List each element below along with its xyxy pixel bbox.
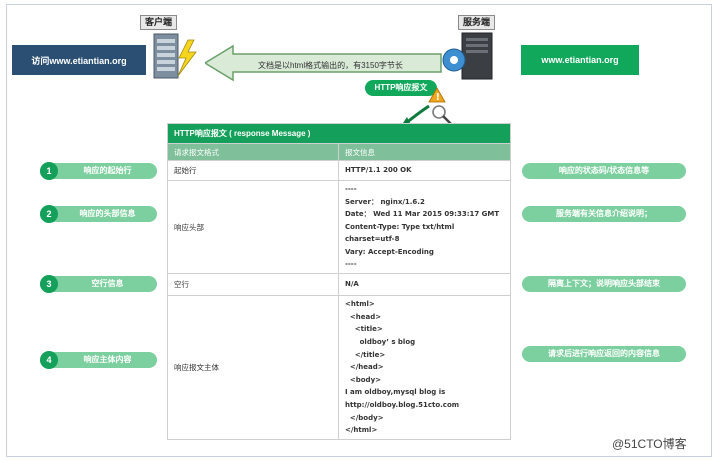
code-line: Server： nginx/1.6.2 [345, 197, 425, 206]
code-line: ---- [345, 184, 357, 193]
table-title: HTTP响应报文 ( response Message ) [167, 123, 511, 144]
code-line: N/A [345, 280, 359, 289]
code-line: </title> [345, 350, 386, 359]
table-row-blank-line: 空行 N/A [167, 273, 511, 296]
server-label: 服务端 [458, 15, 496, 30]
code-line: </html> [345, 426, 378, 435]
code-line: HTTP/1.1 200 OK [345, 166, 412, 175]
code-line: </body> [345, 413, 384, 422]
code-line: Content-Type: Type txt/html [345, 222, 455, 231]
code-line: ---- [345, 260, 357, 269]
svg-text:!: ! [436, 92, 441, 103]
code-line: </head> [345, 363, 384, 372]
left-item-body: 4 响应主体内容 [40, 351, 157, 369]
column-header-format: 请求报文格式 [167, 143, 339, 161]
column-header-info: 报文信息 [338, 143, 511, 161]
server-url-box: www.etiantian.org [521, 45, 639, 75]
row-label: 响应报文主体 [167, 295, 339, 440]
row-label: 空行 [167, 273, 339, 296]
code-line: charset=utf-8 [345, 235, 400, 244]
code-line: <html> [345, 300, 375, 309]
right-item-body-content: 请求后进行响应返回的内容信息 [522, 346, 686, 362]
code-line: I am oldboy,mysql blog is [345, 388, 446, 397]
row-value: N/A [338, 273, 511, 296]
step-number-badge: 1 [40, 162, 58, 180]
client-url-box: 访问www.etiantian.org [12, 45, 146, 75]
step-number-badge: 2 [40, 205, 58, 223]
code-line: <body> [345, 375, 381, 384]
client-label: 客户端 [140, 15, 178, 30]
left-item-headers: 2 响应的头部信息 [40, 205, 157, 223]
left-item-start-line: 1 响应的起始行 [40, 162, 157, 180]
arrow-caption: 文档是以html格式输出的，有3150字节长 [258, 61, 403, 70]
code-line: Vary: Accept-Encoding [345, 247, 434, 256]
step-number-badge: 4 [40, 351, 58, 369]
response-message-table: HTTP响应报文 ( response Message ) 请求报文格式 报文信… [167, 123, 511, 440]
server-icon [442, 32, 493, 80]
code-line: Date： Wed 11 Mar 2015 09:33:17 GMT [345, 210, 500, 219]
left-item-label: 响应的起始行 [83, 166, 132, 175]
table-row-headers: 响应头部 ---- Server： nginx/1.6.2 Date： Wed … [167, 180, 511, 274]
left-item-blank-line: 3 空行信息 [40, 275, 157, 293]
right-item-separator: 隔离上下文；说明响应头部结束 [522, 276, 686, 292]
right-item-server-info: 服务端有关信息介绍说明； [522, 206, 686, 222]
row-value: ---- Server： nginx/1.6.2 Date： Wed 11 Ma… [338, 180, 511, 274]
code-line: http://oldboy.blog.51cto.com [345, 400, 460, 409]
left-item-label: 空行信息 [91, 279, 124, 288]
client-server-icon [153, 33, 197, 79]
code-line: oldboy’ s blog [345, 338, 416, 347]
code-line: <title> [345, 325, 383, 334]
right-item-status: 响应的状态码/状态信息等 [522, 163, 686, 179]
row-label: 起始行 [167, 160, 339, 181]
table-row-body: 响应报文主体 <html> <head> <title> oldboy’ s b… [167, 295, 511, 440]
step-number-badge: 3 [40, 275, 58, 293]
watermark: @51CTO博客 [612, 437, 687, 451]
row-value: <html> <head> <title> oldboy’ s blog </t… [338, 295, 511, 440]
row-value: HTTP/1.1 200 OK [338, 160, 511, 181]
left-item-label: 响应的头部信息 [79, 209, 136, 218]
row-label: 响应头部 [167, 180, 339, 274]
left-item-label: 响应主体内容 [83, 355, 132, 364]
table-row-start-line: 起始行 HTTP/1.1 200 OK [167, 160, 511, 181]
code-line: <head> [345, 312, 382, 321]
